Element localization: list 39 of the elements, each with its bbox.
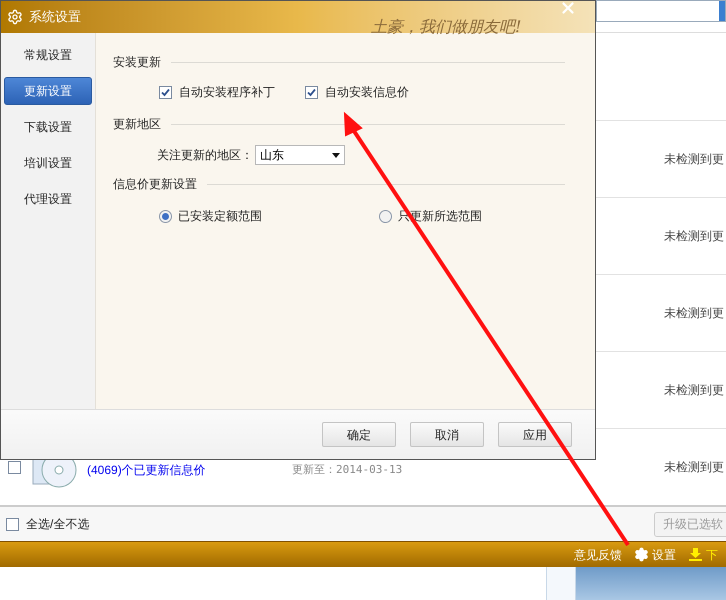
section-title: 信息价更新设置 [113, 176, 197, 193]
dialog-button[interactable]: 应用 [498, 422, 572, 447]
select-all-label: 全选/全不选 [26, 516, 90, 533]
status-text: 未检测到更 [664, 228, 724, 245]
download-icon [688, 547, 703, 562]
sidebar-tab[interactable]: 常规设置 [4, 41, 92, 69]
check-icon [161, 88, 170, 96]
banner-slogan: 土豪，我们做朋友吧! [371, 16, 522, 38]
update-link[interactable]: (4069)个已更新信息价 [87, 461, 292, 479]
settings-icon [634, 547, 649, 562]
region-dropdown[interactable]: 山东 [255, 145, 345, 165]
checkbox-label: 自动安装信息价 [325, 84, 409, 101]
dialog-button[interactable]: 取消 [410, 422, 484, 447]
radio-label: 已安装定额范围 [178, 207, 262, 225]
sidebar-tab[interactable]: 更新设置 [4, 77, 92, 105]
sidebar-tab[interactable]: 代理设置 [4, 185, 92, 213]
status-text: 未检测到更 [664, 459, 724, 476]
status-text: 未检测到更 [664, 305, 724, 322]
checkbox[interactable] [6, 518, 19, 530]
search-field[interactable] [596, 0, 726, 22]
checkbox-label: 自动安装程序补丁 [179, 84, 275, 101]
region-label: 关注更新的地区： [157, 147, 253, 164]
sidebar-tab[interactable]: 下载设置 [4, 113, 92, 141]
checkbox[interactable] [159, 86, 172, 98]
radio-button[interactable] [379, 210, 392, 222]
dialog-button[interactable]: 确定 [322, 422, 396, 447]
sidebar-tab[interactable]: 培训设置 [4, 149, 92, 177]
checkbox[interactable] [305, 86, 318, 98]
section-title: 更新地区 [113, 116, 161, 133]
check-icon [307, 88, 316, 96]
update-date: 更新至：2014-03-13 [292, 462, 402, 478]
status-text: 未检测到更 [664, 382, 724, 399]
settings-icon [7, 9, 23, 25]
radio-button[interactable] [159, 210, 172, 222]
dialog-title: 系统设置 [29, 8, 81, 26]
dropdown-caret-icon [332, 152, 340, 158]
status-text: 未检测到更 [664, 151, 724, 168]
section-title: 安装更新 [113, 54, 161, 71]
checkbox[interactable] [8, 460, 21, 474]
